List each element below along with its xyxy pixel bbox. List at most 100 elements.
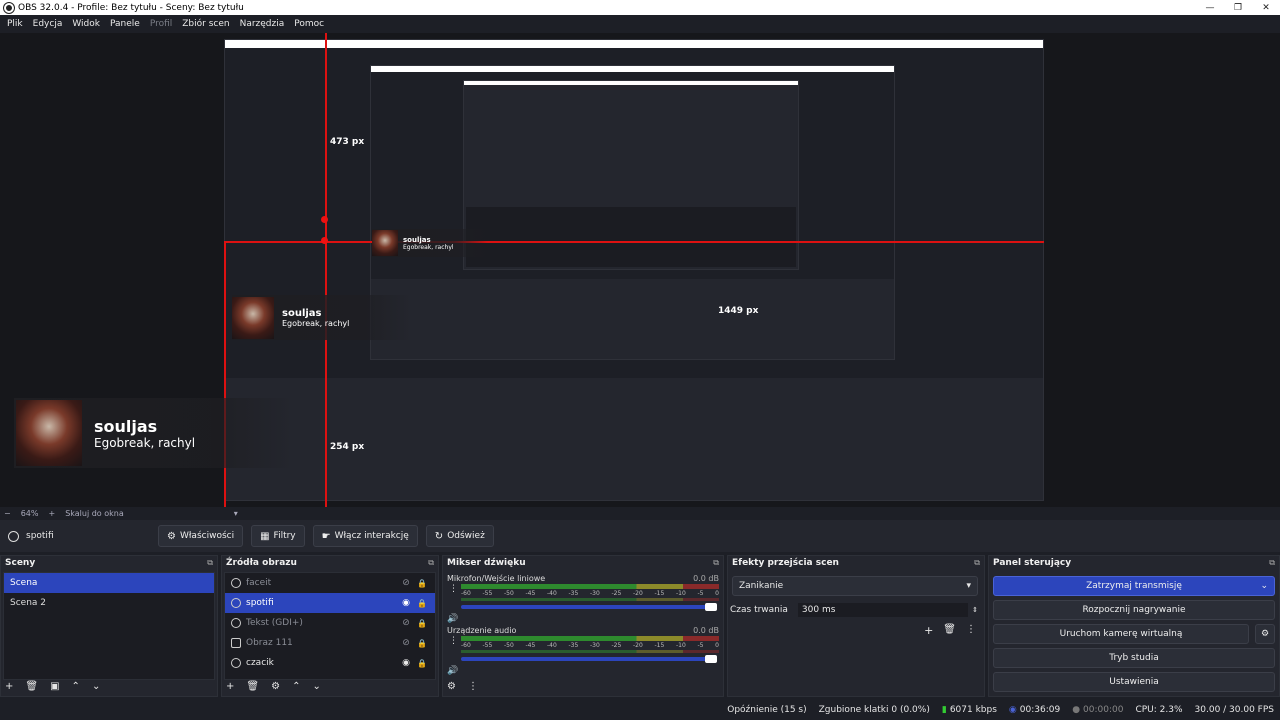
stream-icon: ◉ xyxy=(1008,705,1017,715)
interact-button[interactable]: ☛ Włącz interakcję xyxy=(312,525,418,547)
source-item[interactable]: Tekst (GDI+) ⊘ 🔒 xyxy=(225,613,435,633)
eye-hidden-icon[interactable]: ⊘ xyxy=(397,618,415,628)
record-icon: ● xyxy=(1072,705,1081,715)
studio-mode-button[interactable]: Tryb studia xyxy=(993,648,1275,668)
transition-selected: Zanikanie xyxy=(739,581,784,591)
advanced-audio-icon[interactable]: ⚙ xyxy=(447,681,456,692)
source-item[interactable]: Obraz 111 ⊘ 🔒 xyxy=(225,633,435,653)
volume-slider[interactable] xyxy=(461,603,717,611)
refresh-label: Odśwież xyxy=(447,531,485,541)
browser-source-icon xyxy=(231,578,241,588)
window-titlebar: OBS 32.0.4 - Profile: Bez tytułu - Sceny… xyxy=(0,0,1280,15)
channel-menu-icon[interactable]: ⋮ xyxy=(449,584,458,594)
menu-plik[interactable]: Plik xyxy=(2,19,28,29)
add-scene-icon[interactable]: + xyxy=(5,681,13,692)
menu-profil[interactable]: Profil xyxy=(145,19,177,29)
menu-zbior-scen[interactable]: Zbiór scen xyxy=(177,19,234,29)
close-icon[interactable]: ✕ xyxy=(1252,3,1280,13)
source-properties-icon[interactable]: ⚙ xyxy=(271,681,280,692)
lock-icon[interactable]: 🔒 xyxy=(415,599,429,608)
lock-icon[interactable]: 🔒 xyxy=(415,619,429,628)
scene-label: Scena xyxy=(10,578,38,588)
duration-input[interactable]: 300 ms xyxy=(797,603,969,617)
add-source-icon[interactable]: + xyxy=(226,681,234,692)
channel-db: 0.0 dB xyxy=(693,626,719,635)
chevron-down-icon[interactable]: ▾ xyxy=(234,509,238,518)
transition-select[interactable]: Zanikanie ▾ xyxy=(732,576,978,596)
nested-titlebar xyxy=(225,40,1043,48)
overlay-title-nested: souljas xyxy=(282,307,322,319)
minimize-icon[interactable]: — xyxy=(1196,3,1224,13)
settings-button[interactable]: Ustawienia xyxy=(993,672,1275,692)
add-transition-icon[interactable]: + xyxy=(924,624,933,637)
filters-button[interactable]: ▦ Filtry xyxy=(251,525,305,547)
preview-canvas[interactable]: 473 px 254 px 1449 px souljas Egobreak, … xyxy=(0,33,1280,507)
eye-hidden-icon[interactable]: ⊘ xyxy=(397,638,415,648)
mixer-menu-icon[interactable]: ⋮ xyxy=(468,681,478,692)
start-virtualcam-button[interactable]: Uruchom kamerę wirtualną xyxy=(993,624,1249,644)
speaker-icon[interactable]: 🔊 xyxy=(447,614,458,624)
lock-icon[interactable]: 🔒 xyxy=(415,579,429,588)
source-item[interactable]: czacik ◉ 🔒 xyxy=(225,653,435,673)
browser-source-icon xyxy=(231,598,241,608)
dock-float-icon[interactable]: ⧉ xyxy=(1269,558,1275,568)
zoom-level: 64% xyxy=(20,509,39,518)
properties-button[interactable]: ⚙ Właściwości xyxy=(158,525,244,547)
controls-dock: Panel sterujący ⧉ Zatrzymaj transmisję ⌄ R… xyxy=(988,555,1280,697)
guide-line-vertical xyxy=(325,33,327,507)
window-controls: — ❐ ✕ xyxy=(1196,3,1280,13)
spinner-icon[interactable]: ⇕ xyxy=(972,606,978,614)
move-up-icon[interactable]: ⌃ xyxy=(292,681,300,692)
stop-stream-button[interactable]: Zatrzymaj transmisję ⌄ xyxy=(993,576,1275,596)
start-recording-button[interactable]: Rozpocznij nagrywanie xyxy=(993,600,1275,620)
move-down-icon[interactable]: ⌄ xyxy=(92,681,100,692)
menu-pomoc[interactable]: Pomoc xyxy=(289,19,329,29)
dock-float-icon[interactable]: ⧉ xyxy=(207,558,213,568)
eye-icon[interactable]: ◉ xyxy=(397,598,415,608)
move-down-icon[interactable]: ⌄ xyxy=(312,681,320,692)
remove-scene-icon[interactable]: 🗑 xyxy=(25,681,38,692)
eye-hidden-icon[interactable]: ⊘ xyxy=(397,578,415,588)
zoom-out-button[interactable]: − xyxy=(4,509,11,518)
measure-label-top: 473 px xyxy=(330,137,365,147)
measure-label-right: 1449 px xyxy=(718,306,759,316)
overlay-card[interactable]: souljas Egobreak, rachyl xyxy=(14,398,294,468)
dock-float-icon[interactable]: ⧉ xyxy=(974,558,980,568)
source-item[interactable]: faceit ⊘ 🔒 xyxy=(225,573,435,593)
overlay-card-nested: souljas Egobreak, rachyl xyxy=(232,295,412,340)
move-up-icon[interactable]: ⌃ xyxy=(72,681,80,692)
mixer-dock-header: Mikser dźwięku ⧉ xyxy=(443,556,723,570)
zoom-in-button[interactable]: + xyxy=(48,509,55,518)
menu-edycja[interactable]: Edycja xyxy=(28,19,68,29)
menu-panele[interactable]: Panele xyxy=(105,19,145,29)
lock-icon[interactable]: 🔒 xyxy=(415,659,429,668)
scene-item[interactable]: Scena 2 xyxy=(4,593,214,613)
speaker-icon[interactable]: 🔊 xyxy=(447,666,458,676)
source-label: faceit xyxy=(246,578,272,588)
remove-transition-icon[interactable]: 🗑 xyxy=(943,624,956,637)
menu-widok[interactable]: Widok xyxy=(67,19,105,29)
scale-mode-select[interactable]: Skaluj do okna xyxy=(65,509,124,518)
source-item[interactable]: spotifi ◉ 🔒 xyxy=(225,593,435,613)
chevron-down-icon[interactable]: ⌄ xyxy=(1260,581,1268,591)
channel-menu-icon[interactable]: ⋮ xyxy=(449,636,458,646)
browser-source-icon xyxy=(8,530,19,542)
sources-dock: Źródła obrazu ⧉ faceit ⊘ 🔒 spotifi ◉ 🔒 Tekst … xyxy=(221,555,439,697)
source-label: czacik xyxy=(246,658,274,668)
transition-menu-icon[interactable]: ⋮ xyxy=(966,624,976,637)
scene-filters-icon[interactable]: ▣ xyxy=(50,681,59,692)
maximize-icon[interactable]: ❐ xyxy=(1224,3,1252,13)
volume-slider[interactable] xyxy=(461,655,717,663)
refresh-button[interactable]: ↻ Odśwież xyxy=(425,525,494,547)
nested-preview-1 xyxy=(224,39,1044,501)
dock-float-icon[interactable]: ⧉ xyxy=(428,558,434,568)
meter-scale: -60 -55 -50 -45 -40 -35 -30 -25 -20 -15 -10 -5 0 xyxy=(461,590,719,597)
eye-icon[interactable]: ◉ xyxy=(397,658,415,668)
virtualcam-settings-button[interactable]: ⚙ xyxy=(1255,624,1275,644)
menu-narzedzia[interactable]: Narzędzia xyxy=(235,19,290,29)
lock-icon[interactable]: 🔒 xyxy=(415,639,429,648)
dock-float-icon[interactable]: ⧉ xyxy=(713,558,719,568)
remove-source-icon[interactable]: 🗑 xyxy=(246,681,259,692)
scene-item[interactable]: Scena xyxy=(4,573,214,593)
sources-toolbar: + 🗑 ⚙ ⌃ ⌄ xyxy=(226,681,333,692)
